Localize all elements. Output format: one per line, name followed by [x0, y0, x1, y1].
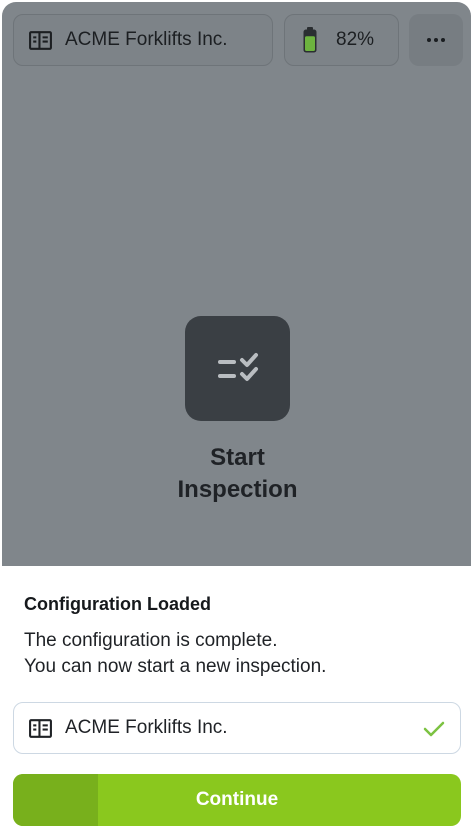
selected-company: ACME Forklifts Inc.	[65, 717, 228, 738]
checklist-icon	[217, 352, 258, 381]
app-window: ACME Forklifts Inc. 82% Start Inspection	[2, 2, 471, 833]
continue-label: Continue	[195, 789, 279, 810]
start-inspection-label: Start Inspection	[177, 444, 298, 503]
check-icon	[423, 721, 445, 737]
battery-status[interactable]: 82%	[284, 14, 399, 66]
more-options-button[interactable]	[409, 14, 463, 66]
company-button[interactable]: ACME Forklifts Inc.	[13, 14, 273, 66]
continue-button[interactable]: Continue	[13, 774, 461, 826]
more-horizontal-icon	[427, 38, 431, 42]
battery-level: 82%	[336, 29, 375, 50]
start-inspection-button[interactable]	[185, 316, 290, 421]
dimmed-background: ACME Forklifts Inc. 82% Start Inspection	[2, 2, 471, 566]
company-select-field[interactable]: ACME Forklifts Inc.	[13, 702, 461, 754]
building-icon	[29, 30, 52, 50]
battery-icon	[303, 27, 317, 53]
bottom-sheet: Configuration Loaded The configuration i…	[2, 566, 471, 833]
company-name: ACME Forklifts Inc.	[65, 29, 228, 50]
sheet-message: The configuration is complete. You can n…	[24, 630, 327, 677]
sheet-title: Configuration Loaded	[24, 594, 211, 614]
building-icon	[29, 718, 52, 738]
